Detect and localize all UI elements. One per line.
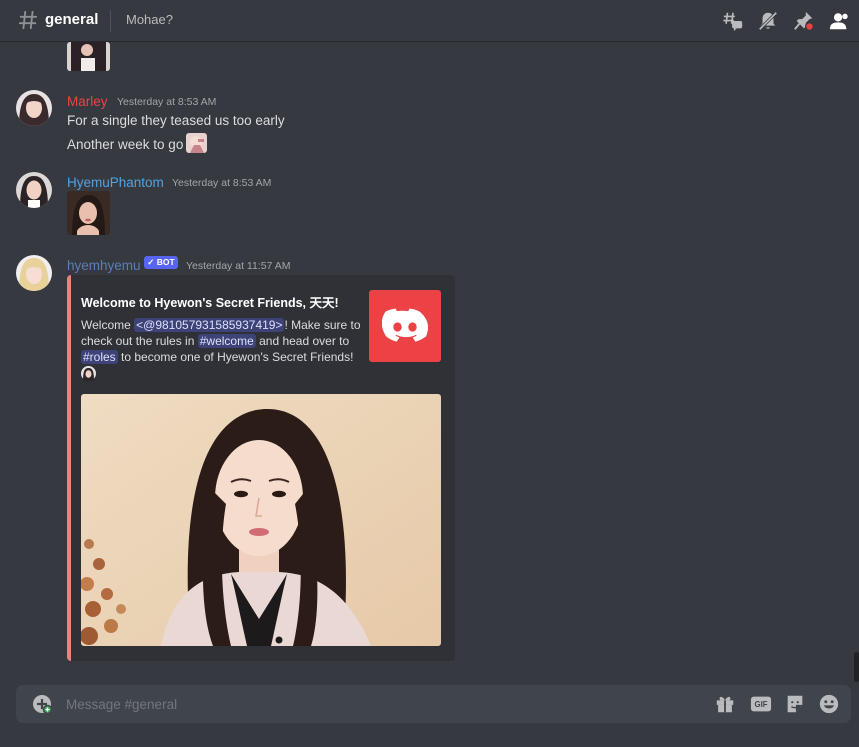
header-divider (110, 10, 111, 32)
scrollbar-thumb[interactable] (854, 652, 859, 682)
custom-emoji-icon[interactable] (186, 133, 207, 153)
embed-text: and head over to (255, 334, 350, 348)
message-text: Another week to go (67, 137, 184, 152)
embed-description: Welcome <@981057931585937419>! Make sure… (81, 317, 365, 382)
message-timestamp: Yesterday at 11:57 AM (186, 260, 291, 272)
threads-icon[interactable] (722, 10, 744, 32)
gif-label: GIF (755, 700, 768, 709)
message-image[interactable] (67, 191, 110, 235)
message-author[interactable]: Marley (67, 94, 108, 109)
pinned-messages-icon[interactable] (793, 10, 815, 32)
message-author[interactable]: hyemhyemu (67, 258, 141, 273)
message-image[interactable] (67, 42, 110, 71)
embed-title: Welcome to Hyewon's Secret Friends, 天天! (81, 296, 339, 310)
message-timestamp: Yesterday at 8:53 AM (172, 177, 272, 189)
embed-thumbnail[interactable] (369, 290, 441, 362)
avatar[interactable] (16, 172, 52, 208)
bot-tag: ✓ BOT (144, 256, 178, 269)
gif-icon[interactable]: GIF (750, 693, 772, 715)
message-text: For a single they teased us too early (67, 113, 285, 128)
emoji-icon[interactable] (818, 693, 840, 715)
message-embed: Welcome to Hyewon's Secret Friends, 天天! … (67, 275, 455, 661)
message-input[interactable] (66, 685, 666, 723)
channel-topic[interactable]: Mohae? (126, 12, 173, 27)
avatar[interactable] (16, 255, 52, 291)
sticker-icon[interactable] (784, 693, 806, 715)
avatar[interactable] (16, 90, 52, 126)
hashtag-icon (18, 10, 38, 30)
embed-text: to become one of Hyewon's Secret Friends… (117, 350, 354, 364)
member-list-icon[interactable] (828, 10, 850, 32)
custom-emoji-icon[interactable] (81, 366, 96, 382)
embed-text: Welcome (81, 318, 135, 332)
embed-image[interactable] (81, 394, 441, 646)
discord-logo-icon (382, 308, 428, 342)
user-mention[interactable]: <@981057931585937419> (134, 318, 285, 332)
message-author[interactable]: HyemuPhantom (67, 175, 164, 190)
notifications-muted-icon[interactable] (757, 10, 779, 32)
message-timestamp: Yesterday at 8:53 AM (117, 96, 217, 108)
message-composer: GIF (16, 685, 851, 723)
channel-header: general Mohae? (0, 0, 859, 42)
add-attachment-icon[interactable] (32, 694, 52, 714)
channel-mention-roles[interactable]: #roles (81, 350, 118, 364)
channel-mention-welcome[interactable]: #welcome (197, 334, 256, 348)
message-list[interactable]: Marley Yesterday at 8:53 AM For a single… (0, 42, 859, 682)
gift-icon[interactable] (714, 693, 736, 715)
channel-name: general (45, 11, 99, 28)
